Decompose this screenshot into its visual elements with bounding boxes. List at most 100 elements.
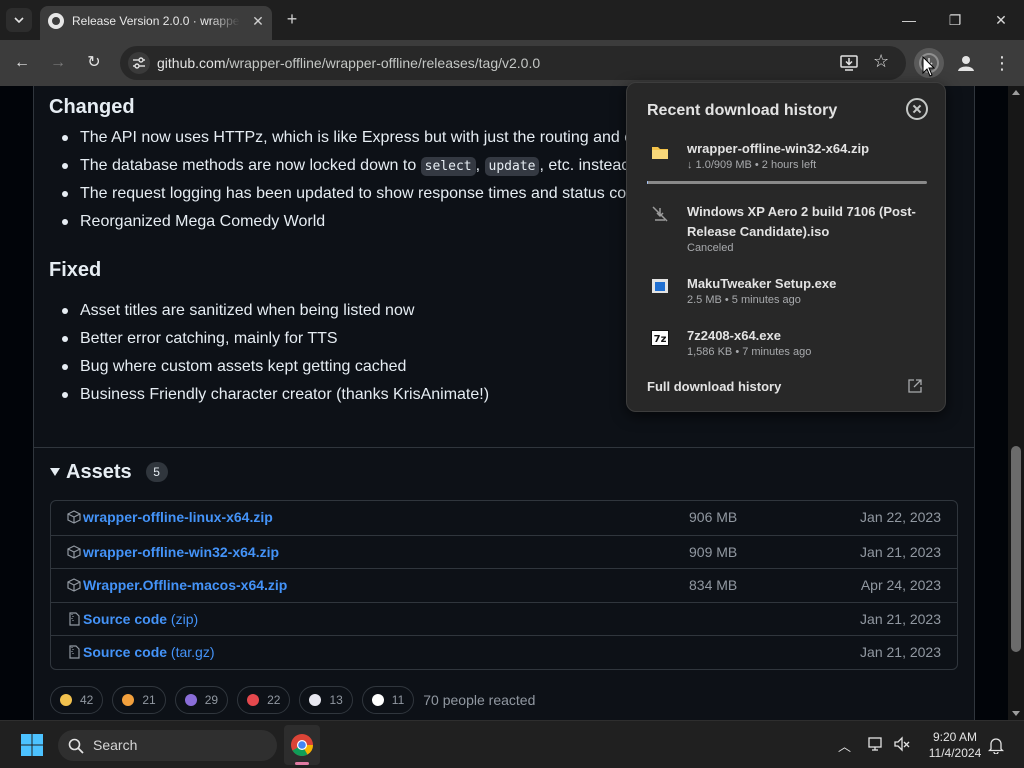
reactions-bar: 42 21 29 22 13 11 70 people reacted	[50, 686, 535, 714]
windows-start-icon[interactable]	[20, 733, 44, 757]
assets-toggle[interactable]: Assets 5	[50, 457, 168, 487]
asset-link[interactable]: Source code (tar.gz)	[83, 644, 215, 660]
chrome-taskbar-button[interactable]	[284, 725, 320, 765]
reaction-button[interactable]: 13	[299, 686, 353, 714]
asset-link[interactable]: Wrapper.Offline-macos-x64.zip	[83, 577, 287, 593]
download-progress-bar	[647, 181, 927, 184]
list-item-text: The database methods are now locked down…	[80, 157, 421, 174]
download-name: MakuTweaker Setup.exe	[687, 276, 837, 291]
reaction-count: 42	[80, 693, 94, 707]
scroll-up-arrow-icon[interactable]	[1012, 90, 1020, 95]
svg-text:7z: 7z	[654, 334, 667, 345]
tray-overflow-chevron-icon[interactable]: ︿	[838, 736, 851, 755]
asset-date: Jan 21, 2023	[860, 644, 941, 661]
bookmark-star-icon[interactable]: ☆	[873, 51, 889, 72]
asset-name: Wrapper.Offline-macos-x64.zip	[83, 577, 288, 594]
reaction-count: 21	[142, 693, 156, 707]
profile-icon[interactable]	[955, 52, 977, 74]
system-clock[interactable]: 9:20 AM 11/4/2024	[920, 729, 990, 761]
asset-row: Wrapper.Offline-macos-x64.zip 834 MB Apr 2…	[51, 568, 957, 602]
list-item: Reorganized Mega Comedy World	[49, 211, 641, 239]
package-icon	[67, 510, 81, 524]
asset-name: Source code	[83, 610, 168, 627]
chrome-icon	[291, 734, 313, 756]
url-text[interactable]: github.com/wrapper-offline/wrapper-offli…	[157, 55, 540, 71]
tab-close-icon[interactable]: ✕	[249, 12, 267, 30]
list-item: The request logging has been updated to …	[49, 183, 641, 211]
download-status: ↓ 1.0/909 MB • 2 hours left	[687, 159, 817, 171]
close-popup-icon[interactable]	[906, 98, 928, 120]
assets-count-badge: 5	[145, 462, 168, 482]
minimize-button[interactable]: —	[897, 8, 921, 32]
package-icon	[67, 578, 81, 592]
divider	[34, 447, 974, 448]
hooray-icon	[184, 694, 197, 706]
assets-table: wrapper-offline-linux-x64.zip 906 MB Jan 2…	[50, 500, 958, 670]
asset-size: 906 MB	[689, 509, 738, 525]
reaction-button[interactable]: 11	[361, 686, 415, 714]
forward-button[interactable]: →	[47, 52, 69, 74]
reaction-button[interactable]: 42	[50, 686, 104, 714]
asset-row: wrapper-offline-win32-x64.zip 909 MB Jan 2…	[51, 534, 957, 569]
reaction-count: 22	[267, 693, 281, 707]
7zip-icon: 7z	[651, 330, 669, 346]
address-bar[interactable]: github.com/wrapper-offline/wrapper-offli…	[120, 46, 906, 80]
asset-name: wrapper-offline-win32-x64.zip	[83, 543, 280, 560]
notification-bell-icon[interactable]	[988, 736, 1004, 754]
list-item: The API now uses HTTPz, which is like Ex…	[49, 127, 641, 155]
site-info-button[interactable]	[128, 52, 150, 74]
inline-code: select	[420, 157, 476, 176]
changed-list: The API now uses HTTPz, which is like Ex…	[49, 127, 641, 239]
list-item: The database methods are now locked down…	[49, 155, 641, 183]
tab-search-button[interactable]	[6, 8, 32, 32]
reactions-summary[interactable]: 70 people reacted	[423, 692, 535, 708]
zip-file-icon	[69, 612, 80, 626]
asset-date: Apr 24, 2023	[860, 577, 941, 594]
reaction-button[interactable]: 21	[112, 686, 166, 714]
scroll-down-arrow-icon[interactable]	[1012, 711, 1020, 716]
install-app-icon[interactable]	[840, 54, 858, 72]
new-tab-button[interactable]: +	[282, 9, 302, 29]
list-item-text: ,	[475, 157, 485, 174]
asset-link[interactable]: wrapper-offline-win32-x64.zip	[83, 544, 279, 560]
download-item[interactable]: 7z 7z2408-x64.exe 1,586 KB • 7 minutes a…	[627, 326, 945, 366]
reload-button[interactable]: ↻	[83, 52, 105, 74]
close-window-button[interactable]: ✕	[989, 8, 1013, 32]
browser-tab[interactable]: Release Version 2.0.0 · wrapper-offline/…	[40, 6, 272, 40]
fixed-heading: Fixed	[49, 259, 102, 281]
download-item[interactable]: Windows XP Aero 2 build 7106 (Post-Relea…	[627, 202, 945, 262]
scroll-thumb[interactable]	[1011, 446, 1021, 652]
download-status: 1,586 KB • 7 minutes ago	[687, 346, 812, 358]
asset-link[interactable]: Source code (zip)	[83, 611, 198, 627]
full-download-history-link[interactable]: Full download history	[647, 379, 781, 394]
heart-icon	[247, 694, 260, 706]
asset-link[interactable]: wrapper-offline-linux-x64.zip	[83, 509, 273, 525]
taskbar-search[interactable]: Search	[58, 730, 277, 761]
asset-name: Source code	[83, 644, 168, 661]
thumbs-up-icon	[60, 694, 72, 706]
volume-muted-icon[interactable]	[893, 735, 911, 753]
folder-icon	[652, 147, 668, 159]
download-name: wrapper-offline-win32-x64.zip	[687, 141, 870, 156]
restore-button[interactable]: ❐	[943, 8, 967, 32]
github-favicon-icon	[48, 13, 64, 29]
tune-icon	[133, 57, 145, 69]
eyes-icon	[371, 694, 384, 706]
download-canceled-icon	[652, 206, 668, 222]
reaction-button[interactable]: 22	[237, 686, 291, 714]
search-label: Search	[93, 737, 138, 753]
fixed-list: Asset titles are sanitized when being li…	[49, 300, 489, 412]
rocket-icon	[309, 694, 322, 706]
list-item: Asset titles are sanitized when being li…	[49, 300, 489, 328]
asset-ext: (tar.gz)	[167, 644, 215, 661]
browser-toolbar: ← → ↻ github.com/wrapper-offline/wrapper…	[0, 40, 1024, 86]
more-menu-icon[interactable]: ⋮	[992, 51, 1012, 75]
page-scrollbar[interactable]	[1008, 86, 1024, 720]
download-item[interactable]: MakuTweaker Setup.exe 2.5 MB • 5 minutes…	[627, 274, 945, 314]
back-button[interactable]: ←	[11, 52, 33, 74]
open-external-icon[interactable]	[908, 379, 922, 393]
asset-date: Jan 21, 2023	[860, 543, 941, 560]
network-icon[interactable]	[867, 735, 885, 753]
search-icon	[68, 738, 84, 754]
reaction-button[interactable]: 29	[174, 686, 229, 714]
